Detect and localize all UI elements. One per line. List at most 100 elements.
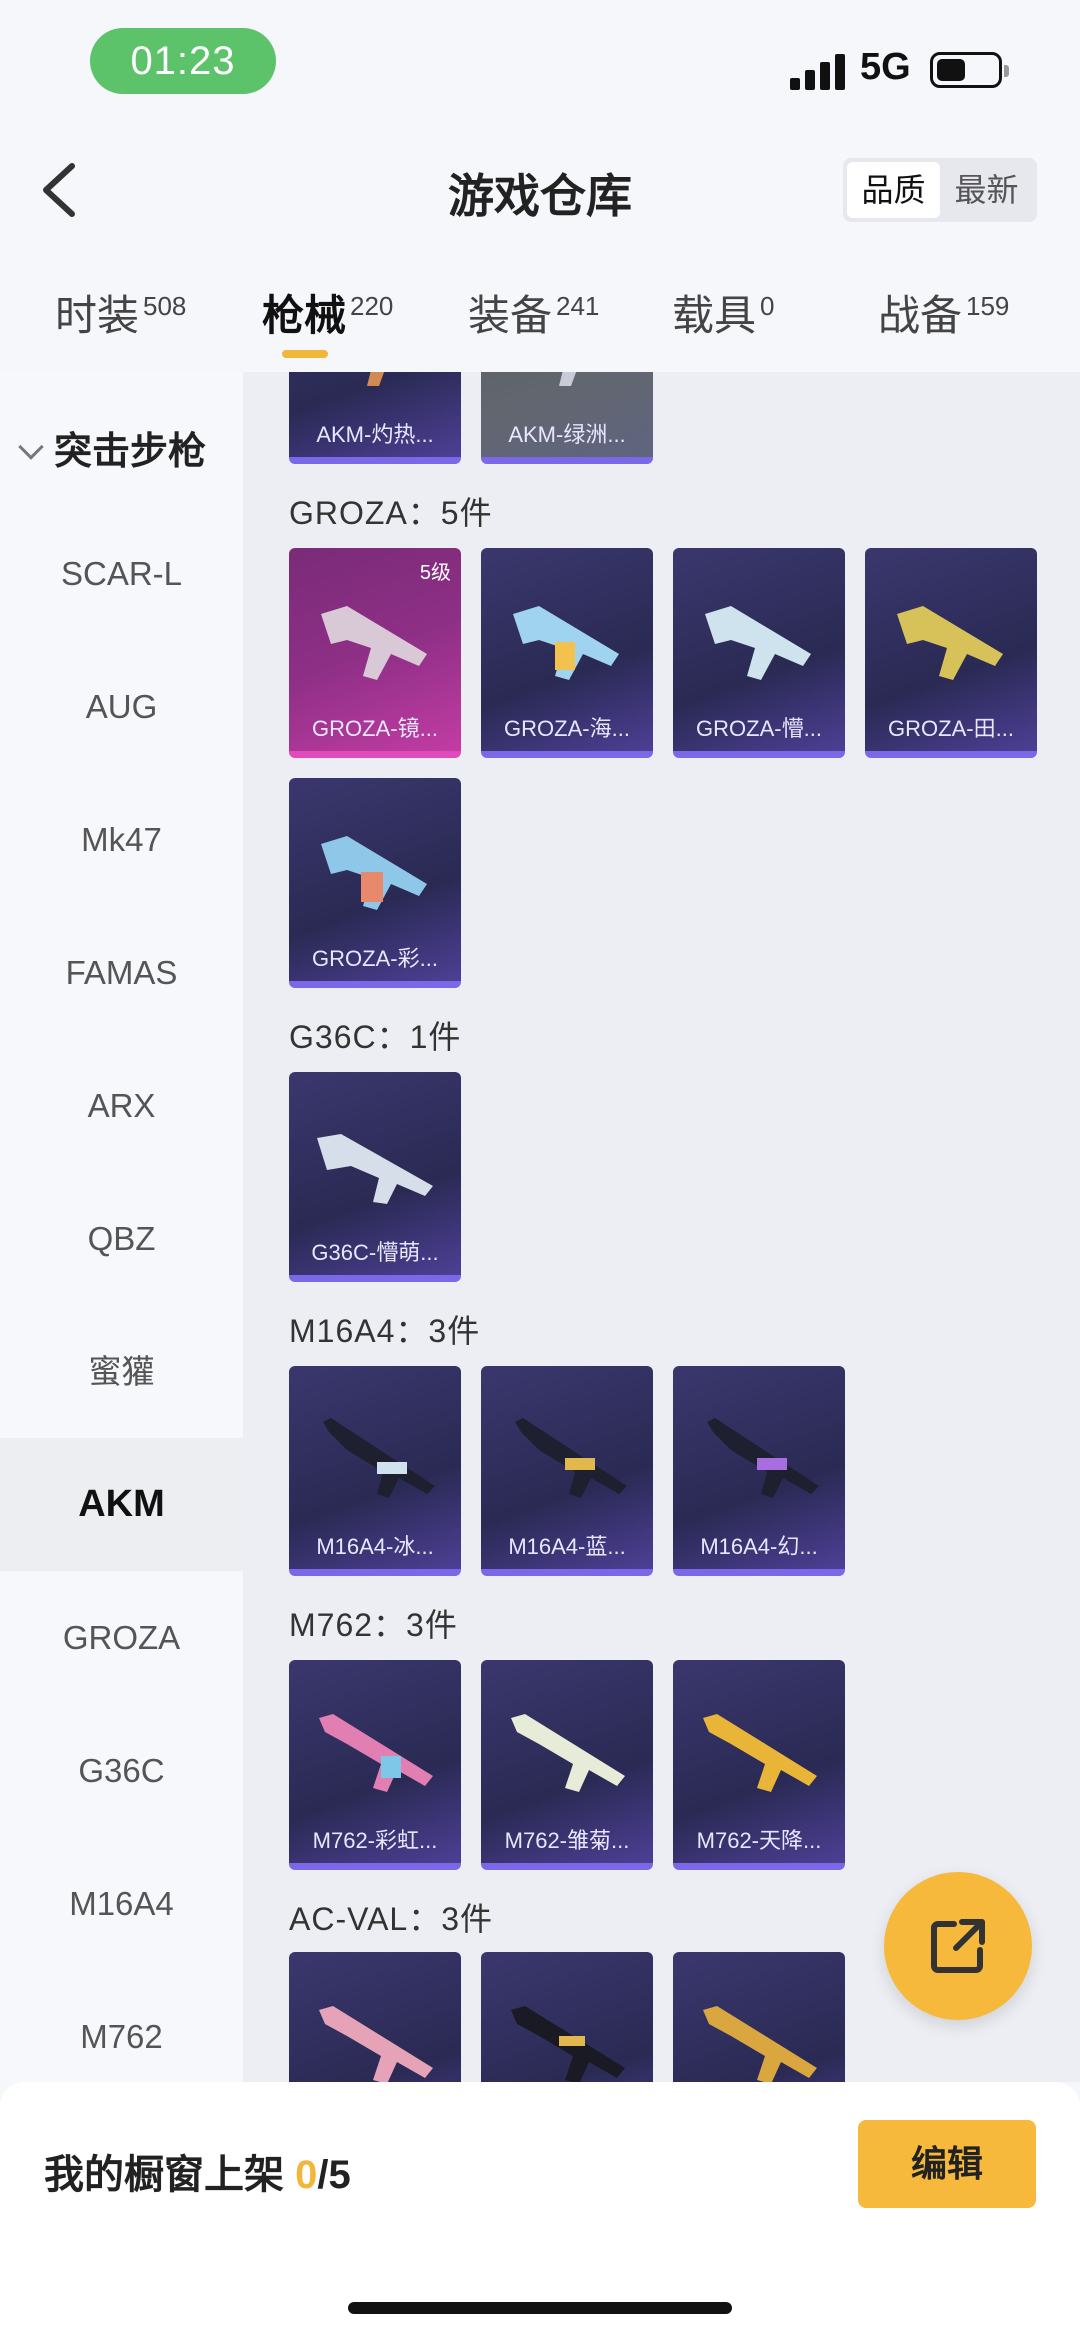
showcase-status: 我的橱窗上架 0/5	[44, 2142, 351, 2200]
item-name: GROZA-懵...	[696, 716, 822, 741]
sidebar-item-famas[interactable]: FAMAS	[0, 906, 243, 1039]
rifle-icon	[323, 1418, 435, 1498]
tab-count: 241	[556, 291, 600, 321]
rifle-icon	[321, 606, 427, 680]
rifle-icon	[367, 372, 385, 386]
tab-weapons[interactable]: 枪械 220	[262, 282, 393, 343]
item-name: M16A4-蓝...	[508, 1534, 626, 1559]
tab-label: 枪械	[262, 292, 347, 339]
item-card[interactable]	[289, 1952, 461, 2082]
sidebar-item-m762[interactable]: M762	[0, 1970, 243, 2082]
item-name: M16A4-幻...	[700, 1534, 818, 1559]
item-card[interactable]: GROZA-懵...	[673, 548, 845, 758]
category-tabs: 时装 508 枪械 220 装备 241 载具 0 战备 159	[0, 270, 1080, 370]
rifle-icon	[511, 1714, 625, 1792]
item-name: GROZA-镜...	[312, 716, 438, 741]
sort-toggle[interactable]: 品质 最新	[843, 158, 1037, 222]
item-card[interactable]: G36C-懵萌...	[289, 1072, 461, 1282]
sidebar-group-label: 突击步枪	[54, 431, 207, 473]
tab-count: 159	[966, 291, 1010, 321]
sidebar-item-mk47[interactable]: Mk47	[0, 773, 243, 906]
tab-supplies[interactable]: 战备 159	[878, 282, 1009, 343]
rifle-icon	[319, 2006, 433, 2082]
battery-icon	[930, 52, 1009, 88]
edit-button[interactable]: 编辑	[858, 2120, 1036, 2208]
rifle-icon	[707, 1418, 819, 1498]
item-card[interactable]: AKM-绿洲...	[481, 372, 653, 464]
tab-label: 时装	[55, 292, 140, 339]
rifle-icon	[705, 606, 811, 680]
bottom-bar: 我的橱窗上架 0/5 编辑	[0, 2082, 1080, 2337]
sidebar-item-scar-l[interactable]: SCAR-L	[0, 507, 243, 640]
status-bar: 01:23 5G	[0, 0, 1080, 110]
rifle-icon	[317, 1134, 433, 1204]
section-title-m16a4: M16A4：3件	[289, 1313, 481, 1349]
tab-label: 装备	[468, 292, 553, 339]
sidebar-item-m16a4[interactable]: M16A4	[0, 1837, 243, 1970]
item-card[interactable]: M762-天降...	[673, 1660, 845, 1870]
item-card[interactable]: M16A4-蓝...	[481, 1366, 653, 1576]
header: 游戏仓库 品质 最新	[0, 140, 1080, 240]
tab-label: 战备	[878, 292, 963, 339]
sidebar-item-akm[interactable]: AKM	[0, 1438, 243, 1571]
tab-outfits[interactable]: 时装 508	[55, 282, 186, 343]
item-card[interactable]: GROZA-海...	[481, 548, 653, 758]
rifle-icon	[321, 836, 427, 910]
share-button[interactable]	[884, 1872, 1032, 2020]
section-title-ac-val: AC-VAL：3件	[289, 1901, 494, 1937]
sidebar-item-qbz[interactable]: QBZ	[0, 1172, 243, 1305]
item-card[interactable]: M16A4-幻...	[673, 1366, 845, 1576]
item-name: M762-天降...	[696, 1828, 822, 1853]
rifle-icon	[513, 606, 619, 680]
showcase-count: 0	[295, 2153, 318, 2197]
item-name: GROZA-田...	[888, 716, 1014, 741]
sidebar-item-honey-badger[interactable]: 蜜獾	[0, 1305, 243, 1438]
item-card[interactable]: 5级 GROZA-镜...	[289, 548, 461, 758]
section-title-groza: GROZA：5件	[289, 495, 493, 531]
item-card[interactable]	[673, 1952, 845, 2082]
rifle-icon	[559, 372, 577, 386]
item-name: AKM-绿洲...	[508, 422, 626, 447]
sort-quality[interactable]: 品质	[847, 162, 940, 218]
rifle-icon	[897, 606, 1003, 680]
item-card[interactable]: M762-雏菊...	[481, 1660, 653, 1870]
status-time: 01:23	[90, 28, 276, 94]
sidebar-group[interactable]: 突击步枪	[18, 420, 206, 475]
sort-newest[interactable]: 最新	[940, 162, 1033, 218]
item-name: M762-雏菊...	[504, 1828, 630, 1853]
item-name: M762-彩虹...	[312, 1828, 438, 1853]
section-title-m762: M762：3件	[289, 1607, 458, 1643]
item-name: G36C-懵萌...	[311, 1240, 439, 1265]
home-indicator	[348, 2302, 732, 2314]
item-level: 5级	[419, 562, 451, 584]
item-card[interactable]: AKM-灼热...	[289, 372, 461, 464]
item-card[interactable]: GROZA-田...	[865, 548, 1037, 758]
rifle-icon	[703, 2006, 817, 2082]
item-name: AKM-灼热...	[316, 422, 434, 447]
item-name: GROZA-彩...	[312, 946, 438, 971]
tab-label: 载具	[672, 292, 757, 339]
rifle-icon	[515, 1418, 627, 1498]
item-name: GROZA-海...	[504, 716, 630, 741]
tab-equipment[interactable]: 装备 241	[468, 282, 599, 343]
tab-count: 508	[143, 291, 187, 321]
item-card[interactable]	[481, 1952, 653, 2082]
showcase-label: 我的橱窗上架	[44, 2153, 296, 2197]
tab-vehicles[interactable]: 载具 0	[672, 282, 774, 343]
rifle-icon	[703, 1714, 817, 1792]
item-card[interactable]: M16A4-冰...	[289, 1366, 461, 1576]
sidebar-item-g36c[interactable]: G36C	[0, 1704, 243, 1837]
sidebar-item-arx[interactable]: ARX	[0, 1039, 243, 1172]
rifle-icon	[319, 1714, 433, 1792]
section-title-g36c: G36C：1件	[289, 1019, 462, 1055]
item-card[interactable]: M762-彩虹...	[289, 1660, 461, 1870]
sidebar-item-aug[interactable]: AUG	[0, 640, 243, 773]
item-grid: AKM-灼热... AKM-绿洲... GROZA：5件 5级 GROZA-镜.…	[243, 372, 1080, 2082]
chevron-down-icon	[18, 434, 44, 460]
item-card[interactable]: GROZA-彩...	[289, 778, 461, 988]
network-label: 5G	[860, 46, 911, 88]
item-name: M16A4-冰...	[316, 1534, 434, 1559]
sidebar-item-groza[interactable]: GROZA	[0, 1571, 243, 1704]
rifle-icon	[511, 2006, 625, 2082]
tab-count: 220	[350, 291, 394, 321]
